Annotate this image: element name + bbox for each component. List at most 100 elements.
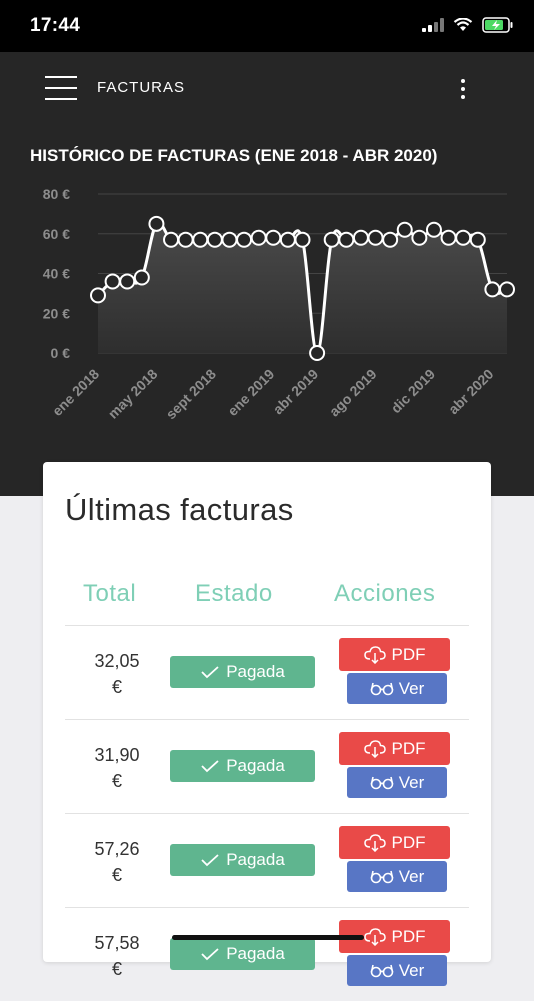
data-point — [440, 229, 457, 246]
pdf-label: PDF — [391, 738, 426, 758]
data-point — [338, 231, 355, 248]
cloud-download-icon — [363, 927, 386, 946]
cloud-download-icon — [363, 833, 386, 852]
status-label: Pagada — [226, 850, 285, 869]
data-point — [104, 273, 121, 290]
status-icons — [422, 17, 514, 33]
data-point — [469, 231, 486, 248]
checkmark-icon — [201, 948, 219, 961]
data-point — [396, 221, 413, 238]
data-point — [206, 231, 223, 248]
view-invoice-button[interactable]: Ver — [347, 673, 447, 704]
view-invoice-button[interactable]: Ver — [347, 767, 447, 798]
battery-icon — [482, 17, 513, 33]
data-point — [148, 215, 165, 232]
data-point — [279, 231, 296, 248]
app-title: FACTURAS — [97, 79, 186, 96]
data-point — [163, 231, 180, 248]
glasses-icon — [370, 964, 394, 977]
x-tick-label: ene 2018 — [49, 366, 102, 419]
app-bar: FACTURAS — [0, 52, 534, 124]
data-point — [221, 231, 238, 248]
y-tick-label: 40 € — [43, 266, 70, 282]
amount-value: 32,05 — [94, 651, 140, 671]
data-point — [294, 231, 311, 248]
view-invoice-button[interactable]: Ver — [347, 955, 447, 986]
download-pdf-button[interactable]: PDF — [339, 826, 450, 859]
x-tick-label: abr 2020 — [445, 366, 497, 418]
y-tick-label: 20 € — [43, 305, 70, 321]
ver-label: Ver — [398, 772, 425, 792]
download-pdf-button[interactable]: PDF — [339, 732, 450, 765]
data-point — [382, 231, 399, 248]
card-title: Últimas facturas — [65, 492, 294, 527]
x-tick-label: ene 2019 — [224, 366, 277, 419]
x-tick-label: sept 2018 — [163, 366, 220, 423]
data-point — [455, 229, 472, 246]
y-tick-label: 0 € — [51, 345, 71, 361]
data-point — [177, 231, 194, 248]
latest-invoices-card: Últimas facturas Total Estado Acciones 3… — [43, 462, 491, 986]
checkmark-icon — [201, 760, 219, 773]
invoice-amount: 32,05 € — [89, 648, 145, 700]
data-point — [411, 229, 428, 246]
invoice-row: 31,90 € Pagada PDF Ver — [65, 719, 469, 813]
ver-label: Ver — [398, 960, 425, 980]
data-point — [323, 231, 340, 248]
status-badge: Pagada — [170, 938, 315, 970]
invoice-row: 57,26 € Pagada PDF Ver — [65, 813, 469, 907]
invoice-amount: 57,58 € — [89, 930, 145, 982]
status-time: 17:44 — [30, 15, 81, 36]
view-invoice-button[interactable]: Ver — [347, 861, 447, 892]
status-badge: Pagada — [170, 750, 315, 782]
data-point — [90, 287, 106, 304]
column-header-acciones: Acciones — [334, 580, 436, 607]
data-point — [250, 229, 267, 246]
amount-currency: € — [111, 677, 122, 697]
x-tick-label: ago 2019 — [326, 366, 380, 420]
amount-value: 31,90 — [94, 745, 140, 765]
data-point — [236, 231, 253, 248]
data-point — [499, 281, 515, 298]
column-header-estado: Estado — [195, 580, 273, 607]
data-point — [265, 229, 282, 246]
chart-title: HISTÓRICO DE FACTURAS (ENE 2018 - ABR 20… — [30, 146, 438, 165]
data-point — [119, 273, 136, 290]
status-badge: Pagada — [170, 844, 315, 876]
status-label: Pagada — [226, 756, 285, 775]
cloud-download-icon — [363, 645, 386, 664]
x-tick-label: dic 2019 — [388, 366, 439, 417]
more-options-icon[interactable] — [452, 76, 474, 102]
status-label: Pagada — [226, 662, 285, 681]
amount-currency: € — [111, 959, 122, 979]
amount-currency: € — [111, 771, 122, 791]
y-tick-label: 80 € — [43, 186, 70, 202]
ver-label: Ver — [398, 678, 425, 698]
amount-value: 57,26 — [94, 839, 140, 859]
status-bar: 17:44 — [0, 0, 534, 52]
invoice-row: 32,05 € Pagada PDF Ver — [65, 625, 469, 719]
data-point — [309, 345, 326, 361]
status-label: Pagada — [226, 944, 285, 963]
hamburger-menu-icon[interactable] — [45, 76, 77, 100]
invoice-history-chart: 80 € 60 € 40 € 20 € 0 € ene 2018 may 2018 sept … — [43, 186, 515, 423]
data-point — [367, 229, 384, 246]
x-tick-label: may 2018 — [105, 366, 161, 422]
pdf-label: PDF — [391, 644, 426, 664]
home-indicator[interactable] — [172, 935, 364, 940]
y-tick-label: 60 € — [43, 226, 70, 242]
invoice-amount: 57,26 € — [89, 836, 145, 888]
checkmark-icon — [201, 666, 219, 679]
x-tick-label: abr 2019 — [270, 366, 322, 418]
data-point — [192, 231, 209, 248]
amount-currency: € — [111, 865, 122, 885]
invoice-row: 57,58 € Pagada PDF Ver — [65, 907, 469, 1001]
signal-icon — [422, 18, 444, 32]
download-pdf-button[interactable]: PDF — [339, 638, 450, 671]
data-point — [484, 281, 501, 298]
glasses-icon — [370, 776, 394, 789]
data-point — [133, 269, 150, 286]
ver-label: Ver — [398, 866, 425, 886]
cloud-download-icon — [363, 739, 386, 758]
data-point — [352, 229, 369, 246]
